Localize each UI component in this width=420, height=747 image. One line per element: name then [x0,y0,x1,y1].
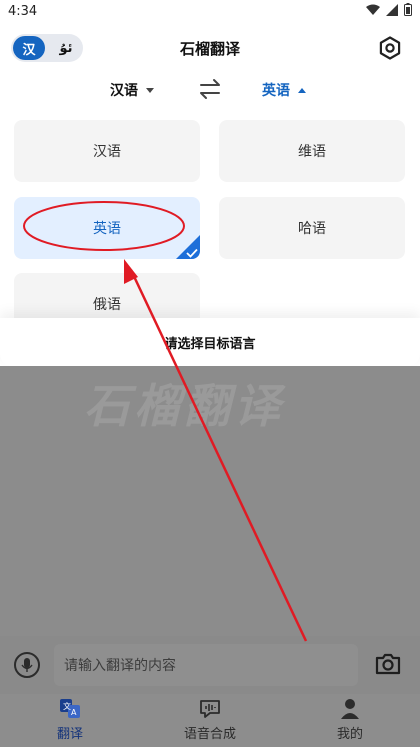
microphone-icon [21,658,33,672]
microphone-button[interactable] [14,652,40,678]
status-time: 4:34 [8,4,38,19]
translate-icon: 文 A [60,699,80,718]
bottom-tab-bar: 文 A 翻译 语音合成 我的 [0,694,420,747]
status-bar: 4:34 [0,0,420,24]
language-option-label: 俄语 [93,297,121,313]
svg-text:文: 文 [63,701,71,711]
camera-icon[interactable] [374,652,402,676]
caret-up-icon [298,87,306,93]
tab-profile[interactable]: 我的 [300,698,400,744]
tab-voice-synthesis[interactable]: 语音合成 [160,698,260,744]
tab-translate[interactable]: 文 A 翻译 [20,698,120,744]
translate-input[interactable]: 请输入翻译的内容 [54,644,358,686]
caret-down-icon [146,87,154,93]
language-selector-bar: 汉语 英语 [0,74,420,104]
language-option-label: 英语 [93,221,121,237]
language-option-label: 汉语 [93,144,121,160]
profile-icon [341,699,359,719]
tab-label: 我的 [336,727,363,742]
language-option-uyghur[interactable]: 维语 [219,120,405,182]
language-option-kazakh[interactable]: 哈语 [219,197,405,259]
battery-icon [404,3,412,16]
app-title: 石榴翻译 [179,40,240,58]
language-option-chinese[interactable]: 汉语 [14,120,200,182]
target-language-label: 英语 [262,83,290,99]
voice-synthesis-icon [200,700,220,718]
wifi-icon [366,4,380,15]
svg-text:A: A [71,708,77,717]
input-placeholder: 请输入翻译的内容 [64,658,176,674]
language-option-label: 哈语 [298,221,326,237]
source-language-dropdown[interactable]: 汉语 [110,80,154,100]
select-target-language-prompt: 请选择目标语言 [0,318,420,366]
status-icons [366,3,412,16]
language-option-label: 维语 [298,144,326,160]
source-language-label: 汉语 [110,83,138,99]
settings-icon[interactable] [378,36,402,60]
background-watermark: 石榴翻译 [84,379,284,433]
tab-label: 翻译 [56,727,83,742]
input-bar: 请输入翻译的内容 [0,636,420,694]
sheet-prompt-text: 请选择目标语言 [164,336,256,352]
app-header: 汉 ئۇ 石榴翻译 [0,24,420,74]
signal-icon [386,3,398,16]
checkmark-icon [186,248,198,258]
target-language-dropdown[interactable]: 英语 [262,80,306,100]
language-option-english[interactable]: 英语 [14,197,200,259]
swap-languages-icon[interactable] [198,78,222,100]
tab-label: 语音合成 [183,727,236,742]
